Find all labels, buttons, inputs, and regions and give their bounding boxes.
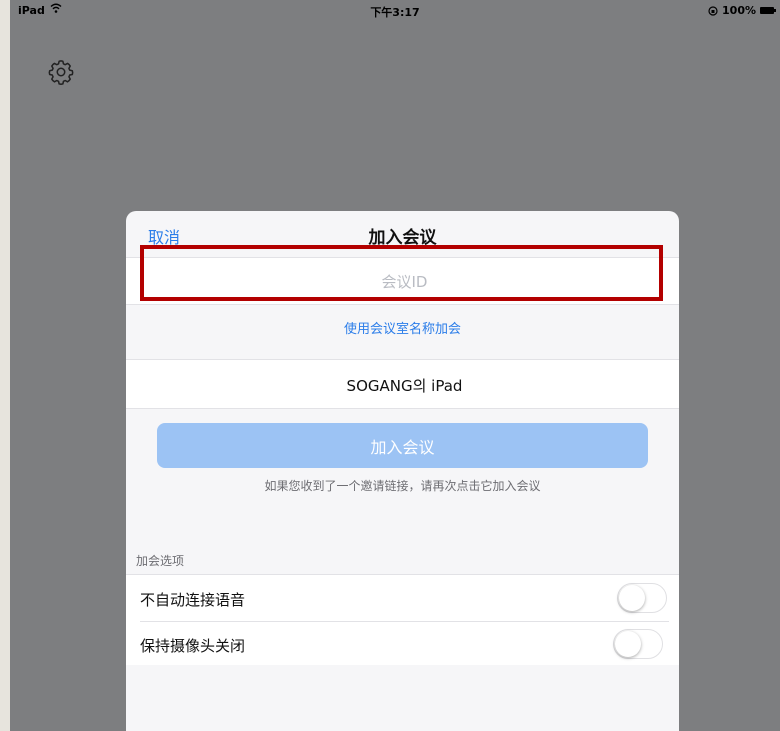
status-bar: iPad 下午3:17 100%: [10, 0, 780, 20]
keep-camera-off-toggle[interactable]: [613, 629, 663, 659]
display-name-input[interactable]: [126, 360, 679, 410]
join-options-title: 加会选项: [136, 554, 185, 568]
meeting-id-input[interactable]: [126, 258, 679, 306]
display-name-row: [126, 359, 679, 410]
toggle-knob: [615, 631, 641, 657]
join-meeting-button[interactable]: 加入会议: [157, 423, 648, 468]
status-time: 下午3:17: [370, 6, 420, 19]
no-auto-audio-toggle[interactable]: [617, 583, 667, 613]
orientation-lock-icon: [708, 5, 718, 16]
join-by-room-name-link[interactable]: 使用会议室名称加会: [126, 318, 679, 337]
invite-link-hint: 如果您收到了一个邀请链接，请再次点击它加入会议: [264, 479, 541, 493]
dialog-nav-bar: 取消 加入会议: [126, 211, 679, 255]
gear-icon[interactable]: [47, 58, 75, 86]
join-meeting-dialog: 取消 加入会议 使用会议室名称加会 加入会议 如果您收到了一个邀请链接，请再次点…: [126, 211, 679, 731]
option-label: 保持摄像头关闭: [140, 637, 246, 655]
toggle-knob: [619, 585, 645, 611]
window-edge: [0, 0, 10, 731]
option-label: 不自动连接语音: [140, 591, 246, 609]
dialog-title: 加入会议: [368, 228, 437, 248]
join-options-list: 不自动连接语音 保持摄像头关闭: [126, 574, 679, 665]
meeting-id-row: [126, 257, 679, 306]
battery-percent: 100%: [722, 4, 756, 17]
battery-icon: [760, 7, 776, 14]
option-no-auto-audio: 不自动连接语音: [140, 575, 669, 622]
option-keep-camera-off: 保持摄像头关闭: [126, 621, 679, 667]
status-right: 100%: [708, 4, 776, 17]
